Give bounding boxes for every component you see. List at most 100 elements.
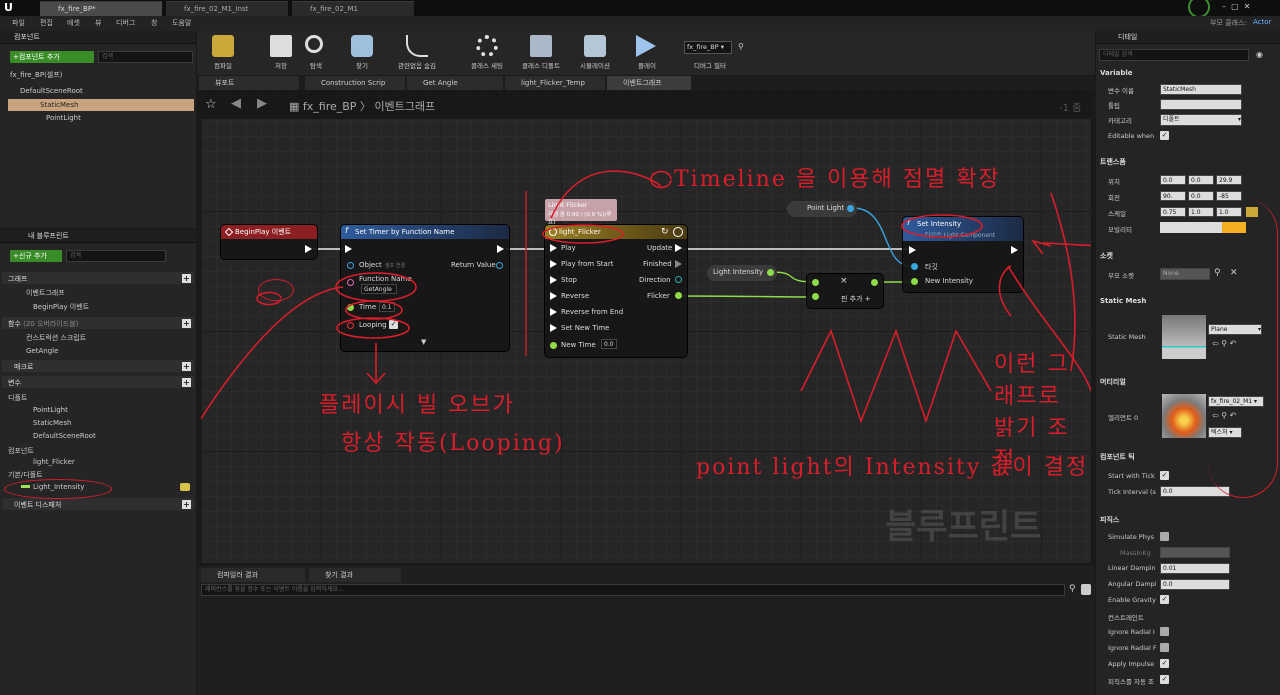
rotation-y[interactable]: 0.0 (1188, 191, 1214, 201)
category-select[interactable]: 디폴트 ▾ (1160, 114, 1242, 126)
tick-section[interactable]: 컴포넌트 틱 (1100, 452, 1135, 462)
category-label: 카테고리 (1108, 117, 1132, 125)
find-button[interactable]: 찾기 (340, 31, 384, 75)
add-macro-button[interactable]: + (182, 362, 191, 371)
unreal-logo-icon[interactable]: U (4, 2, 18, 14)
tab-compiler-results[interactable]: 컴파일러 결과 (201, 568, 305, 582)
location-x[interactable]: 0.0 (1160, 175, 1186, 185)
enable-gravity-label: Enable Gravity (1108, 596, 1156, 604)
physics-section[interactable]: 피직스 (1100, 515, 1119, 525)
tab-get-angle[interactable]: Get Angle (407, 76, 503, 90)
blueprint-search-input[interactable]: 검색 (66, 250, 166, 262)
static-mesh-section[interactable]: Static Mesh (1100, 297, 1146, 305)
menu-view[interactable]: 뷰 (95, 18, 101, 28)
menu-asset[interactable]: 에셋 (67, 18, 80, 28)
add-dispatcher-button[interactable]: + (182, 500, 191, 509)
ignore-radial-impulse-checkbox[interactable] (1160, 627, 1169, 636)
window-controls[interactable]: – ▢ ✕ (1222, 2, 1250, 11)
enable-gravity-checkbox[interactable]: ✓ (1160, 595, 1169, 604)
find-search-icon[interactable]: ⚲ (1069, 584, 1076, 594)
menu-edit[interactable]: 편집 (40, 18, 53, 28)
socket-section[interactable]: 소켓 (1100, 251, 1113, 261)
component-static-mesh-row[interactable] (8, 99, 194, 111)
tab-fx-fire-02-m1[interactable]: fx_fire_02_M1 (292, 1, 414, 16)
default-category[interactable]: 디폴트 (8, 393, 27, 403)
event-graph-canvas[interactable]: ☆ ◀ ▶ ▦ fx_fire_BP 〉 이벤트그래프 -1 줌 블루프린트 L… (201, 91, 1091, 563)
components-title: 컴포넌트 (0, 31, 196, 44)
linear-damping-field[interactable]: 0.01 (1160, 563, 1230, 574)
menu-window[interactable]: 창 (151, 18, 157, 28)
variables-section[interactable] (2, 376, 194, 388)
graphs-section[interactable] (2, 272, 194, 284)
tab-find-results[interactable]: 찾기 결과 (309, 568, 401, 582)
rotation-x[interactable]: 90. (1160, 191, 1186, 201)
debug-object-select[interactable]: fx_fire_BP ▾ (684, 41, 732, 54)
class-defaults-button[interactable]: 클래스 디폴트 (519, 31, 563, 75)
add-variable-button[interactable]: + (182, 378, 191, 387)
var-point-light[interactable]: PointLight (33, 406, 68, 414)
debug-search-icon[interactable]: ⚲ (738, 42, 744, 51)
components-category[interactable]: 컴포넌트 (8, 446, 34, 456)
add-new-button[interactable]: +신규 추가 (10, 250, 62, 262)
materials-section[interactable]: 머티리얼 (1100, 377, 1126, 387)
compile-button[interactable]: 컴파일 (201, 31, 245, 75)
get-angle-item[interactable]: GetAngle (26, 347, 58, 355)
constraints-label[interactable]: 컨스트레인트 (1108, 612, 1144, 622)
var-static-mesh[interactable]: StaticMesh (33, 419, 71, 427)
component-static-mesh[interactable]: StaticMesh (40, 101, 78, 109)
add-component-button[interactable]: +컴포넌트 추가 (10, 51, 94, 63)
start-tick-checkbox[interactable]: ✓ (1160, 471, 1169, 480)
play-button[interactable]: 플레이 (625, 31, 669, 75)
component-self[interactable]: fx_fire_BP(셀프) (10, 70, 62, 80)
component-point-light[interactable]: PointLight (46, 114, 81, 122)
simulation-icon (584, 35, 606, 57)
component-search-input[interactable]: 검색 (98, 51, 193, 63)
scale-y[interactable]: 1.0 (1188, 207, 1214, 217)
tab-light-flicker-temp[interactable]: light_Flicker_Temp (505, 76, 605, 90)
begin-play-item[interactable]: BeginPlay 이벤트 (33, 302, 89, 312)
ignore-radial-force-checkbox[interactable] (1160, 643, 1169, 652)
details-search-input[interactable]: 디테일 검색 (1099, 49, 1249, 61)
variable-section[interactable]: Variable (1100, 69, 1133, 77)
var-light-flicker[interactable]: light_Flicker (33, 458, 75, 466)
parent-socket-field[interactable]: None (1160, 268, 1210, 280)
parent-class-value[interactable]: Actor (1253, 18, 1271, 26)
add-graph-button[interactable]: + (182, 274, 191, 283)
construction-script-item[interactable]: 컨스트럭션 스크립트 (26, 333, 86, 343)
add-function-button[interactable]: + (182, 319, 191, 328)
var-default-scene-root[interactable]: DefaultSceneRoot (33, 432, 96, 440)
editable-checkbox[interactable]: ✓ (1160, 131, 1169, 140)
binoculars-small-icon[interactable] (1081, 584, 1091, 595)
scale-x[interactable]: 0.75 (1160, 207, 1186, 217)
browse-button[interactable]: 탐색 (294, 31, 338, 75)
tab-fx-fire-02-m1-inst[interactable]: fx_fire_02_M1_Inst (166, 1, 288, 16)
document-tab-strip: U fx_fire_BP* fx_fire_02_M1_Inst fx_fire… (0, 0, 1280, 18)
location-z[interactable]: 29.9 (1216, 175, 1242, 185)
tab-fx-fire-bp[interactable]: fx_fire_BP* (40, 1, 162, 16)
tab-construction-script[interactable]: Construction Scrip (305, 76, 405, 90)
event-graph-item[interactable]: 이벤트그래프 (26, 288, 65, 298)
tooltip-field[interactable] (1160, 99, 1242, 110)
menu-help[interactable]: 도움말 (172, 18, 191, 28)
hide-unrelated-button[interactable]: 관련없음 숨김 (387, 31, 447, 75)
angular-damping-field[interactable]: 0.0 (1160, 579, 1230, 590)
tab-event-graph[interactable]: 이벤트그래프 (607, 76, 691, 90)
basic-default-category[interactable]: 기본/디폴트 (8, 470, 43, 480)
tab-viewport[interactable]: 뷰포트 (199, 76, 299, 90)
var-name-field[interactable]: StaticMesh (1160, 84, 1242, 95)
transform-section[interactable]: 트랜스폼 (1100, 157, 1126, 167)
material-thumbnail[interactable] (1162, 394, 1206, 438)
static-mesh-thumbnail[interactable] (1162, 315, 1206, 359)
eye-icon[interactable] (180, 483, 190, 491)
component-default-scene-root[interactable]: DefaultSceneRoot (20, 87, 83, 95)
menu-file[interactable]: 파일 (12, 18, 25, 28)
location-y[interactable]: 0.0 (1188, 175, 1214, 185)
find-results-input[interactable]: 레퍼런스를 찾을 함수 또는 이벤트 이름을 입력하세요... (201, 584, 1065, 596)
simulation-button[interactable]: 시뮬레이션 (573, 31, 617, 75)
apply-impulse-checkbox[interactable]: ✓ (1160, 659, 1169, 668)
physics-auto-checkbox[interactable]: ✓ (1160, 675, 1169, 684)
class-settings-button[interactable]: 클래스 세팅 (465, 31, 509, 75)
menu-debug[interactable]: 디버그 (116, 18, 135, 28)
details-eye-icon[interactable]: ◉ (1256, 50, 1263, 59)
simulate-physics-checkbox[interactable] (1160, 532, 1169, 541)
